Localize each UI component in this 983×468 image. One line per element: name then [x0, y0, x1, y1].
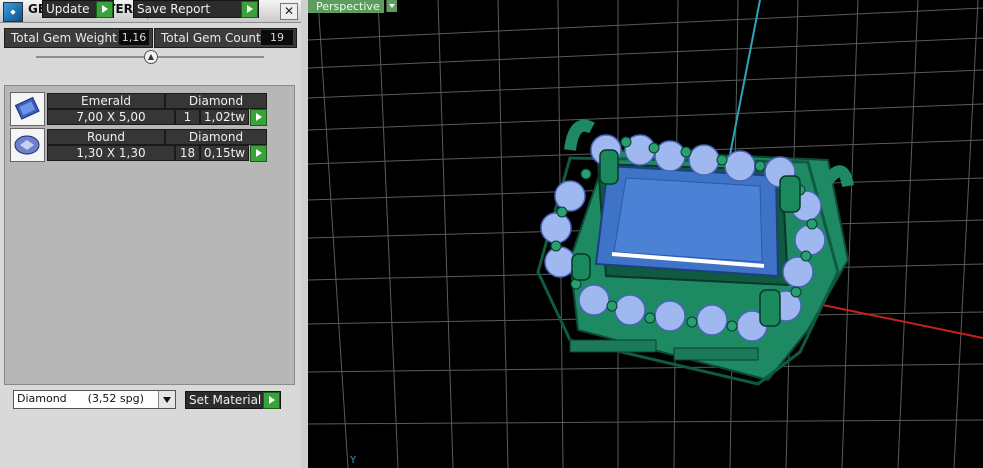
emerald-cut-gem-icon	[10, 92, 45, 126]
play-arrow-icon[interactable]	[96, 1, 113, 18]
update-button[interactable]: Update	[42, 0, 114, 18]
gem-weight: 0,15tw	[200, 145, 249, 161]
chevron-down-icon[interactable]	[158, 391, 175, 408]
gem-size: 1,30 X 1,30	[47, 145, 175, 161]
material-select[interactable]: Diamond (3,52 spg)	[13, 390, 176, 409]
gem-reporter-panel: ◆ GEM REPORTER ✕ Total Gem Weight 1,16 T…	[0, 0, 301, 468]
axis-indicator-label: Y	[350, 455, 357, 466]
total-weight-box: Total Gem Weight 1,16	[4, 28, 153, 48]
gem-material: Diamond	[165, 129, 267, 145]
set-material-button[interactable]: Set Material	[185, 391, 281, 409]
gem-material: Diamond	[165, 93, 267, 109]
total-count-value: 19	[261, 30, 293, 45]
gem-weight: 1,02tw	[200, 109, 249, 125]
play-arrow-icon[interactable]	[263, 392, 280, 409]
gem-count: 1	[175, 109, 200, 125]
set-material-label: Set Material	[189, 393, 262, 407]
gem-cut: Round	[47, 129, 165, 145]
chevron-down-icon[interactable]	[386, 0, 397, 12]
x-axis-line	[807, 301, 983, 339]
save-report-label: Save Report	[137, 2, 211, 16]
play-arrow-icon[interactable]	[250, 145, 267, 162]
play-arrow-icon[interactable]	[250, 109, 267, 126]
total-weight-label: Total Gem Weight	[11, 31, 117, 45]
gem-count: 18	[175, 145, 200, 161]
panel-divider[interactable]	[301, 0, 308, 468]
round-cut-gem-icon	[10, 128, 45, 162]
total-count-box: Total Gem Count 19	[154, 28, 297, 48]
gem-cut: Emerald	[47, 93, 165, 109]
collapse-handle-icon[interactable]: ▲	[144, 50, 158, 64]
material-select-value: Diamond (3,52 spg)	[17, 392, 144, 405]
close-icon[interactable]: ✕	[280, 3, 298, 20]
viewport-scene[interactable]	[308, 0, 983, 468]
pendant-model[interactable]	[536, 119, 854, 386]
gem-size: 7,00 X 5,00	[47, 109, 175, 125]
3d-viewport[interactable]: Perspective Y	[308, 0, 983, 468]
save-report-button[interactable]: Save Report	[133, 0, 259, 18]
gem-reporter-icon: ◆	[3, 2, 23, 22]
total-count-label: Total Gem Count	[161, 31, 261, 45]
view-mode-label[interactable]: Perspective	[308, 0, 384, 13]
play-arrow-icon[interactable]	[241, 1, 258, 18]
z-axis-line	[727, 0, 761, 166]
total-weight-value: 1,16	[119, 30, 149, 45]
gem-list: Emerald Diamond 7,00 X 5,00 1 1,02tw Rou…	[4, 85, 295, 385]
update-button-label: Update	[46, 2, 90, 16]
